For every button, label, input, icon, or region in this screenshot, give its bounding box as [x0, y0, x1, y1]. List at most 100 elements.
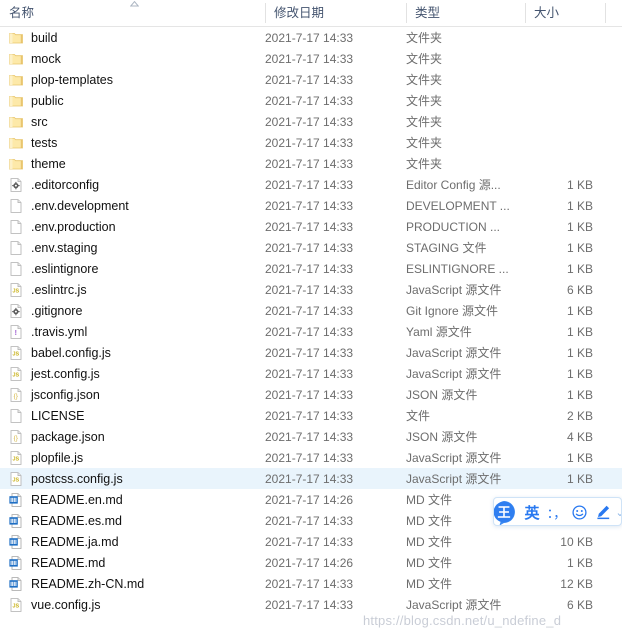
file-row[interactable]: tests 2021-7-17 14:33 文件夹 [0, 132, 622, 153]
file-date-cell: 2021-7-17 14:33 [265, 387, 354, 402]
svg-text:王: 王 [497, 505, 510, 520]
file-name-label: README.zh-CN.md [31, 576, 145, 591]
file-name-cell[interactable]: .env.production [0, 219, 265, 235]
file-name-cell[interactable]: JS babel.config.js [0, 345, 265, 361]
file-name-label: .eslintrc.js [31, 282, 87, 297]
file-row[interactable]: {} package.json 2021-7-17 14:33 JSON 源文件 4 K… [0, 426, 622, 447]
file-date-cell: 2021-7-17 14:33 [265, 135, 354, 150]
file-name-cell[interactable]: JS .eslintrc.js [0, 282, 265, 298]
file-size-cell: 1 KB [566, 324, 593, 339]
file-size-cell: 1 KB [566, 261, 593, 276]
file-name-cell[interactable]: README.en.md [0, 492, 265, 508]
file-name-cell[interactable]: ! .travis.yml [0, 324, 265, 340]
file-name-cell[interactable]: .eslintignore [0, 261, 265, 277]
file-row[interactable]: .gitignore 2021-7-17 14:33 Git Ignore 源文件 1… [0, 300, 622, 321]
file-type-cell: MD 文件 [406, 556, 452, 570]
file-name-cell[interactable]: theme [0, 156, 265, 172]
blank-file-icon [8, 198, 24, 214]
file-type-cell: ESLINTIGNORE ... [406, 261, 509, 276]
file-size-cell: 1 KB [566, 387, 593, 402]
file-name-label: .env.development [31, 198, 129, 213]
file-date-cell: 2021-7-17 14:33 [265, 240, 354, 255]
file-row[interactable]: .env.production 2021-7-17 14:33 PRODUCTION… [0, 216, 622, 237]
handwriting-pen-icon[interactable] [592, 498, 614, 525]
file-name-cell[interactable]: .env.development [0, 198, 265, 214]
file-name-label: .eslintignore [31, 261, 99, 276]
emoji-icon[interactable] [568, 498, 590, 525]
file-name-label: .env.staging [31, 240, 98, 255]
file-name-cell[interactable]: {} package.json [0, 429, 265, 445]
file-name-cell[interactable]: .editorconfig [0, 177, 265, 193]
file-name-cell[interactable]: tests [0, 135, 265, 151]
column-header-name[interactable]: 名称 [0, 0, 265, 26]
file-name-cell[interactable]: JS plopfile.js [0, 450, 265, 466]
file-date-cell: 2021-7-17 14:33 [265, 576, 354, 591]
file-size-cell: 1 KB [566, 303, 593, 318]
file-row[interactable]: JS vue.config.js 2021-7-17 14:33 JavaScript… [0, 594, 622, 615]
column-header-overflow[interactable] [605, 0, 622, 26]
file-name-cell[interactable]: JS vue.config.js [0, 597, 265, 613]
file-name-label: mock [31, 51, 61, 66]
file-name-cell[interactable]: README.zh-CN.md [0, 576, 265, 592]
file-size-cell: 6 KB [566, 597, 593, 612]
ime-logo-icon[interactable]: 王 [494, 499, 518, 525]
file-name-cell[interactable]: JS postcss.config.js [0, 471, 265, 487]
file-date-cell: 2021-7-17 14:33 [265, 51, 354, 66]
file-row[interactable]: README.zh-CN.md 2021-7-17 14:33 MD 文件 12 KB [0, 573, 622, 594]
file-name-cell[interactable]: public [0, 93, 265, 109]
file-name-label: .travis.yml [31, 324, 88, 339]
file-name-cell[interactable]: src [0, 114, 265, 130]
file-type-cell: MD 文件 [406, 577, 452, 591]
file-row[interactable]: mock 2021-7-17 14:33 文件夹 [0, 48, 622, 69]
file-type-cell: 文件夹 [406, 94, 443, 108]
ime-mode-button[interactable]: 英 [520, 498, 544, 525]
file-row[interactable]: .env.staging 2021-7-17 14:33 STAGING 文件 1 K… [0, 237, 622, 258]
file-row[interactable]: JS postcss.config.js 2021-7-17 14:33 JavaSc… [0, 468, 622, 489]
file-row[interactable]: README.ja.md 2021-7-17 14:33 MD 文件 10 KB [0, 531, 622, 552]
js-file-icon: JS [8, 282, 24, 298]
file-type-cell: JavaScript 源文件 [406, 472, 502, 486]
file-row[interactable]: build 2021-7-17 14:33 文件夹 [0, 27, 622, 48]
file-row[interactable]: .eslintignore 2021-7-17 14:33 ESLINTIGNORE… [0, 258, 622, 279]
column-header-size[interactable]: 大小 [525, 0, 605, 26]
file-date-cell: 2021-7-17 14:33 [265, 597, 354, 612]
file-list[interactable]: build 2021-7-17 14:33 文件夹 mock 2021-7-17 14:… [0, 27, 622, 615]
file-name-cell[interactable]: mock [0, 51, 265, 67]
file-row[interactable]: public 2021-7-17 14:33 文件夹 [0, 90, 622, 111]
column-header-date-modified[interactable]: 修改日期 [265, 0, 406, 26]
ime-punctuation-button[interactable]: ：， [547, 498, 567, 525]
file-row[interactable]: .editorconfig 2021-7-17 14:33 Editor Confi… [0, 174, 622, 195]
file-row[interactable]: README.md 2021-7-17 14:26 MD 文件 1 KB [0, 552, 622, 573]
file-row[interactable]: JS .eslintrc.js 2021-7-17 14:33 JavaScript … [0, 279, 622, 300]
file-name-cell[interactable]: .gitignore [0, 303, 265, 319]
file-row[interactable]: .env.development 2021-7-17 14:33 DEVELOPME… [0, 195, 622, 216]
file-date-cell: 2021-7-17 14:33 [265, 219, 354, 234]
file-row[interactable]: src 2021-7-17 14:33 文件夹 [0, 111, 622, 132]
file-name-cell[interactable]: build [0, 30, 265, 46]
file-name-cell[interactable]: {} jsconfig.json [0, 387, 265, 403]
file-size-cell: 1 KB [566, 450, 593, 465]
file-row[interactable]: theme 2021-7-17 14:33 文件夹 [0, 153, 622, 174]
file-name-cell[interactable]: LICENSE [0, 408, 265, 424]
file-name-cell[interactable]: README.es.md [0, 513, 265, 529]
file-name-cell[interactable]: .env.staging [0, 240, 265, 256]
file-row[interactable]: plop-templates 2021-7-17 14:33 文件夹 [0, 69, 622, 90]
file-size-cell: 1 KB [566, 177, 593, 192]
file-name-cell[interactable]: plop-templates [0, 72, 265, 88]
file-row[interactable]: ! .travis.yml 2021-7-17 14:33 Yaml 源文件 1 KB [0, 321, 622, 342]
file-name-cell[interactable]: README.ja.md [0, 534, 265, 550]
file-date-cell: 2021-7-17 14:33 [265, 198, 354, 213]
file-row[interactable]: JS plopfile.js 2021-7-17 14:33 JavaScript 源… [0, 447, 622, 468]
file-name-cell[interactable]: README.md [0, 555, 265, 571]
file-row[interactable]: {} jsconfig.json 2021-7-17 14:33 JSON 源文件 1 … [0, 384, 622, 405]
ime-more-button[interactable]: ⌄ [615, 498, 621, 525]
file-row[interactable]: JS jest.config.js 2021-7-17 14:33 JavaScrip… [0, 363, 622, 384]
file-name-cell[interactable]: JS jest.config.js [0, 366, 265, 382]
md-file-icon [8, 576, 24, 592]
ime-toolbar[interactable]: 王 英 ：， ⌄ [493, 497, 622, 526]
file-row[interactable]: JS babel.config.js 2021-7-17 14:33 JavaScri… [0, 342, 622, 363]
column-header-type[interactable]: 类型 [406, 0, 525, 26]
file-name-label: .gitignore [31, 303, 83, 318]
file-row[interactable]: LICENSE 2021-7-17 14:33 文件 2 KB [0, 405, 622, 426]
blank-file-icon [8, 240, 24, 256]
